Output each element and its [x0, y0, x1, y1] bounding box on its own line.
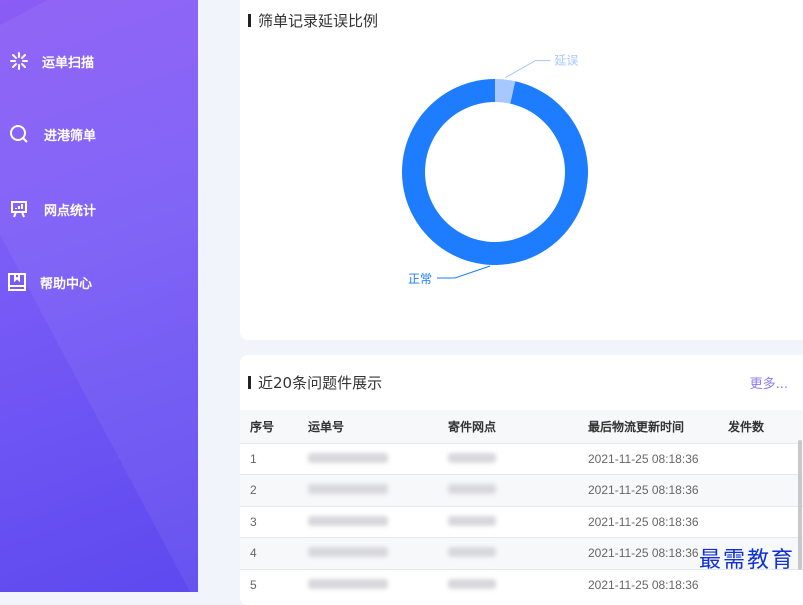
delay-ratio-card: 筛单记录延误比例 延误 正常	[240, 0, 803, 340]
row-index: 5	[240, 568, 298, 601]
sidebar-item-inbound-screen[interactable]: 进港筛单	[8, 123, 96, 145]
row-index: 2	[240, 474, 298, 506]
watermark: 最需教育	[698, 548, 795, 573]
search-icon	[8, 123, 30, 145]
table-row[interactable]: 3 2021-11-25 08:18:36	[240, 505, 803, 538]
slice-label: 延误	[554, 54, 578, 68]
sidebar: 运单扫描 进港筛单 网点统计 帮助中心	[0, 0, 198, 592]
label-line	[505, 60, 551, 79]
sidebar-item-label: 网点统计	[44, 203, 97, 219]
row-index: 3	[240, 505, 298, 538]
scrollbar[interactable]	[798, 440, 802, 570]
row-index: 1	[240, 442, 298, 475]
table-row[interactable]: 2 2021-11-25 08:18:36	[240, 474, 803, 506]
last-update-time: 2021-11-25 08:18:36	[578, 474, 718, 506]
waybill-number-redacted	[298, 568, 438, 601]
col-header-count: 发件数	[718, 410, 803, 443]
slice-label: 正常	[408, 272, 432, 286]
send-count	[718, 474, 803, 506]
waybill-number-redacted	[298, 537, 438, 569]
card-title: 近20条问题件展示	[248, 372, 382, 393]
last-update-time: 2021-11-25 08:18:36	[578, 537, 718, 569]
sidebar-item-label: 帮助中心	[40, 276, 93, 292]
label-line	[437, 265, 491, 279]
presentation-chart-icon	[8, 198, 30, 220]
col-header-outlet: 寄件网点	[438, 410, 578, 443]
col-header-index: 序号	[240, 410, 298, 443]
outlet-redacted	[438, 568, 578, 601]
waybill-number-redacted	[298, 442, 438, 475]
last-update-time: 2021-11-25 08:18:36	[578, 568, 718, 601]
col-header-last-update: 最后物流更新时间	[578, 410, 718, 443]
waybill-number-redacted	[298, 505, 438, 538]
sidebar-item-scan[interactable]: 运单扫描	[8, 50, 94, 72]
col-header-waybill: 运单号	[298, 410, 438, 443]
sidebar-item-label: 进港筛单	[44, 128, 97, 144]
last-update-time: 2021-11-25 08:18:36	[578, 505, 718, 538]
book-icon	[6, 271, 28, 293]
row-index: 4	[240, 537, 298, 569]
card-title-text: 近20条问题件展示	[258, 374, 383, 392]
sidebar-item-label: 运单扫描	[42, 55, 95, 71]
outlet-redacted	[438, 537, 578, 569]
outlet-redacted	[438, 442, 578, 475]
sidebar-item-outlet-stats[interactable]: 网点统计	[8, 198, 96, 220]
last-update-time: 2021-11-25 08:18:36	[578, 442, 718, 475]
send-count	[718, 442, 803, 475]
waybill-number-redacted	[298, 474, 438, 506]
donut-chart: 延误正常	[402, 54, 588, 286]
sidebar-item-help[interactable]: 帮助中心	[6, 271, 92, 293]
table-row[interactable]: 1 2021-11-25 08:18:36	[240, 442, 803, 475]
more-link[interactable]: 更多...	[750, 373, 788, 392]
send-count	[718, 505, 803, 538]
outlet-redacted	[438, 474, 578, 506]
donut-slice-1[interactable]	[402, 79, 588, 265]
outlet-redacted	[438, 505, 578, 538]
scan-icon	[8, 50, 30, 72]
